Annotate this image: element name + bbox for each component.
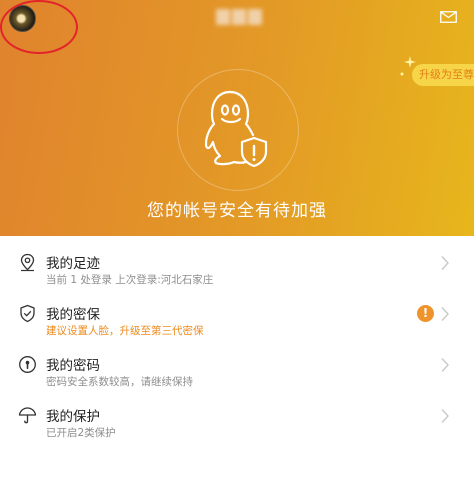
umbrella-icon xyxy=(18,407,37,424)
chevron-right-icon xyxy=(441,307,449,321)
highlight-circle-annotation xyxy=(0,0,78,54)
menu-item-subtitle: 当前 1 处登录 上次登录:河北石家庄 xyxy=(46,274,214,286)
menu-item-security-protection[interactable]: 我的密保 建议设置人脸，升级至第三代密保 ! xyxy=(0,287,474,338)
security-menu: 我的足迹 当前 1 处登录 上次登录:河北石家庄 我的密保 建议设置人脸，升级至… xyxy=(0,236,474,440)
menu-item-password[interactable]: 我的密码 密码安全系数较高，请继续保持 xyxy=(0,338,474,389)
menu-item-footprint[interactable]: 我的足迹 当前 1 处登录 上次登录:河北石家庄 xyxy=(0,236,474,287)
location-pin-icon xyxy=(20,253,35,272)
menu-item-protection[interactable]: 我的保护 已开启2类保护 xyxy=(0,389,474,440)
chevron-right-icon xyxy=(441,358,449,372)
upgrade-premium-button[interactable]: 升级为至尊保 xyxy=(412,64,474,86)
shield-check-icon xyxy=(20,304,35,323)
menu-item-title: 我的保护 xyxy=(46,409,100,425)
chevron-right-icon xyxy=(441,409,449,423)
warning-badge-icon: ! xyxy=(417,305,434,322)
password-icon xyxy=(19,356,36,373)
mail-icon[interactable] xyxy=(440,11,457,23)
chevron-right-icon xyxy=(441,256,449,270)
menu-item-title: 我的密保 xyxy=(46,307,100,323)
menu-item-title: 我的足迹 xyxy=(46,256,100,272)
menu-item-title: 我的密码 xyxy=(46,358,100,374)
security-header: 升级为至尊保 您的帐号安全有待加强 xyxy=(0,0,474,236)
menu-item-subtitle: 已开启2类保护 xyxy=(46,427,116,439)
menu-item-subtitle: 密码安全系数较高，请继续保持 xyxy=(46,376,193,388)
nickname-blurred xyxy=(209,6,269,28)
menu-item-subtitle: 建议设置人脸，升级至第三代密保 xyxy=(46,325,204,337)
security-status-title: 您的帐号安全有待加强 xyxy=(147,201,327,221)
qq-penguin-shield-icon xyxy=(204,90,268,168)
